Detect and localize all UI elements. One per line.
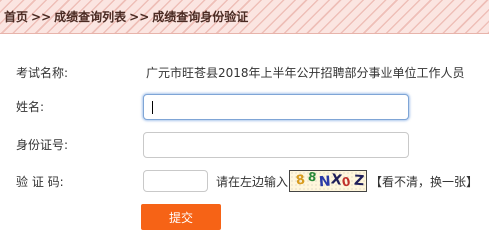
name-label: 姓名: (16, 100, 45, 114)
captcha-image[interactable]: 88NX0Z (289, 170, 367, 192)
breadcrumb-current: 成绩查询身份验证 (152, 10, 249, 24)
breadcrumb-separator: >> (129, 10, 150, 24)
captcha-hint: 请在左边输入 (216, 175, 289, 189)
id-number-input[interactable] (143, 132, 409, 158)
captcha-char: 8 (306, 170, 317, 185)
captcha-char: X (329, 171, 343, 189)
refresh-captcha-link[interactable]: 【看不清，换一张】 (370, 175, 478, 189)
exam-name-value: 广元市旺苍县2018年上半年公开招聘部分事业单位工作人员 (146, 66, 465, 80)
breadcrumb-bar: 首页 >> 成绩查询列表 >> 成绩查询身份验证 (0, 0, 489, 34)
breadcrumb-separator: >> (31, 10, 52, 24)
captcha-input[interactable] (143, 170, 208, 192)
name-input[interactable] (143, 94, 409, 120)
breadcrumb-home-link[interactable]: 首页 (4, 10, 28, 24)
breadcrumb: 首页 >> 成绩查询列表 >> 成绩查询身份验证 (4, 10, 248, 24)
page: 首页 >> 成绩查询列表 >> 成绩查询身份验证 考试名称: 广元市旺苍县2018年上半… (0, 0, 489, 243)
text-caret (152, 101, 153, 114)
captcha-char: N (318, 173, 332, 191)
breadcrumb-score-list-link[interactable]: 成绩查询列表 (54, 10, 126, 24)
captcha-char: 8 (295, 172, 307, 189)
exam-name-label: 考试名称: (16, 66, 69, 80)
submit-button[interactable]: 提交 (141, 204, 221, 230)
captcha-char: Z (352, 172, 365, 190)
id-number-label: 身份证号: (16, 138, 69, 152)
captcha-label: 验 证 码: (16, 175, 64, 189)
